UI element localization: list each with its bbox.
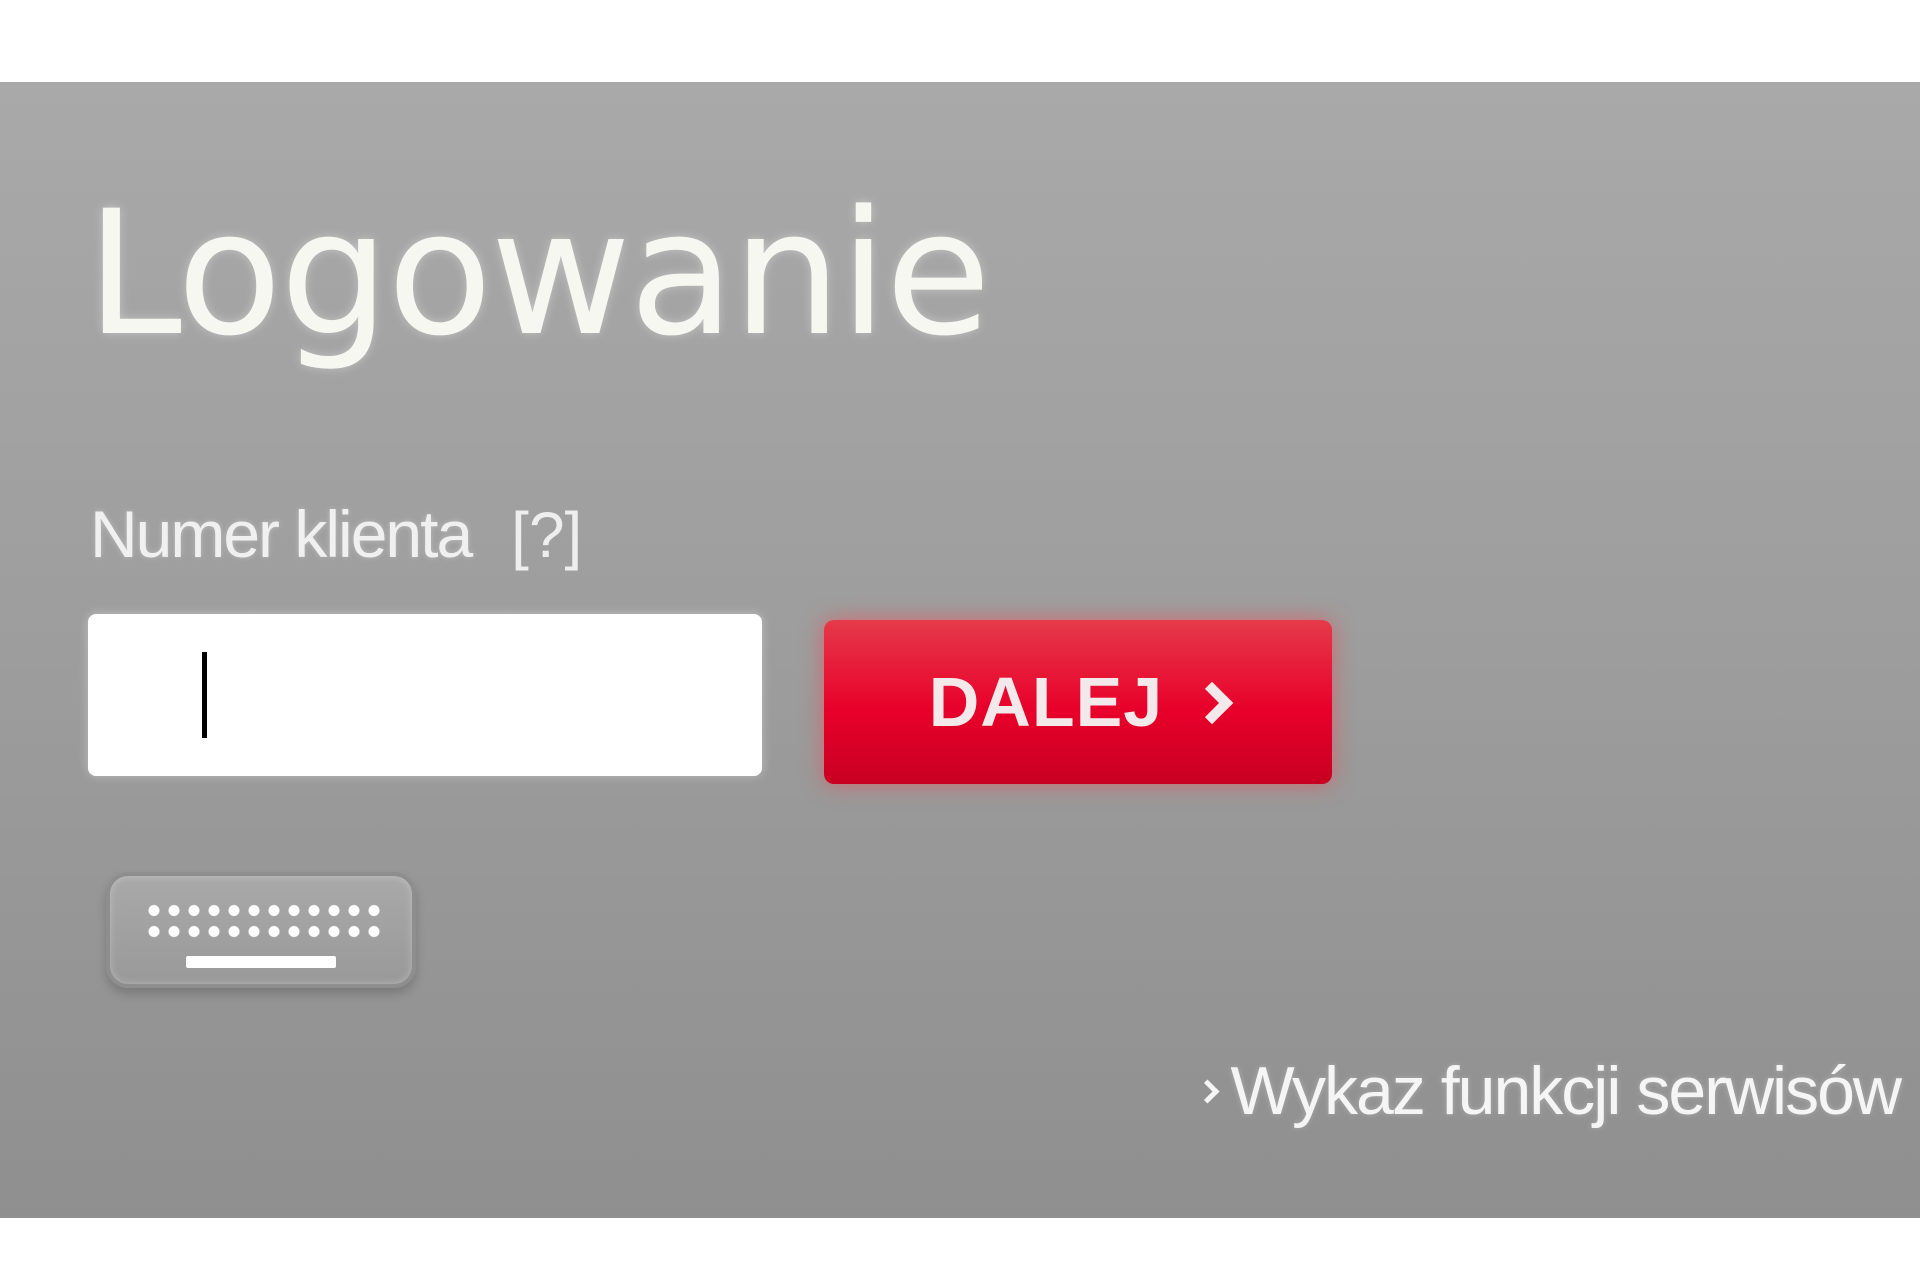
chevron-right-icon — [1195, 1078, 1220, 1104]
page: Logowanie Numer klienta [?] DALEJ Wykaz … — [0, 0, 1920, 1280]
services-list-link[interactable]: Wykaz funkcji serwisów — [1195, 1052, 1902, 1130]
chevron-right-icon — [1191, 681, 1234, 725]
keyboard-spacebar — [186, 956, 336, 968]
page-title: Logowanie — [86, 173, 991, 374]
help-link[interactable]: [?] — [511, 498, 582, 572]
client-number-label-row: Numer klienta [?] — [90, 496, 582, 572]
virtual-keyboard-button[interactable] — [106, 872, 416, 988]
keyboard-icon — [144, 900, 380, 942]
client-number-input[interactable] — [88, 614, 762, 776]
next-button-label: DALEJ — [928, 663, 1164, 741]
client-number-label: Numer klienta — [90, 497, 473, 571]
services-list-link-label: Wykaz funkcji serwisów — [1230, 1053, 1902, 1129]
text-caret — [202, 652, 207, 738]
next-button[interactable]: DALEJ — [824, 620, 1332, 784]
